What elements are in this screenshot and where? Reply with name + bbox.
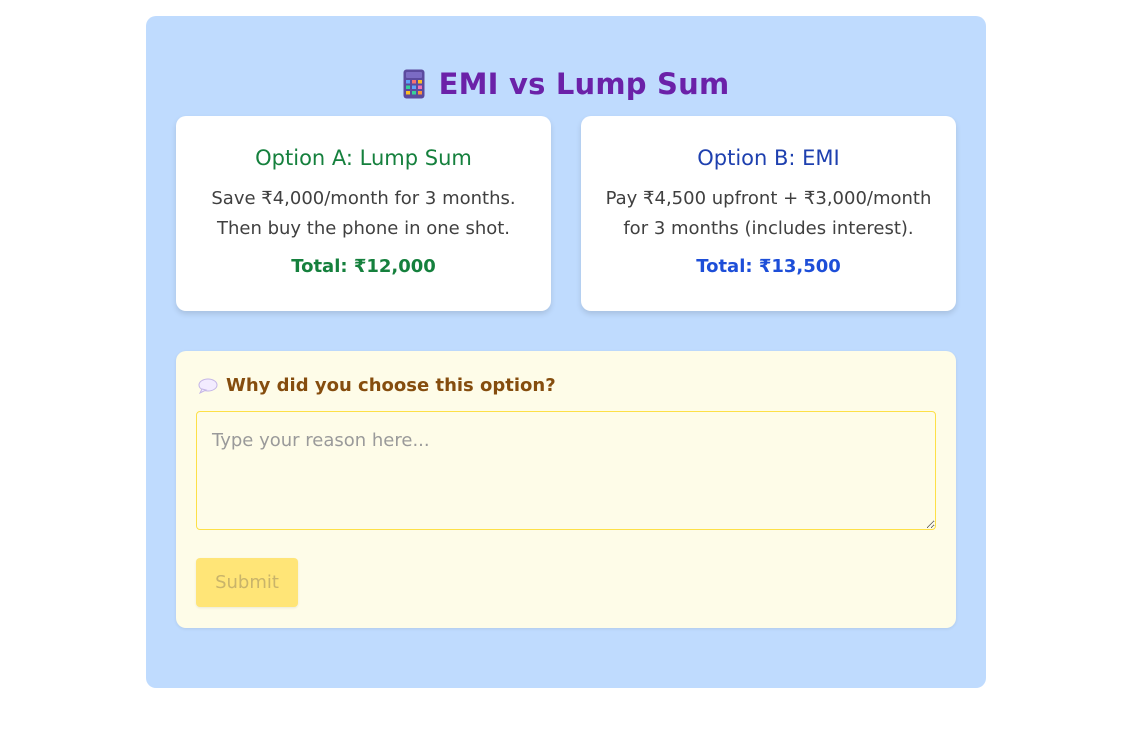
speech-bubble-icon bbox=[198, 378, 218, 394]
option-a-line1: Save ₹4,000/month for 3 months. bbox=[211, 188, 516, 209]
header: EMI vs Lump Sum bbox=[146, 60, 986, 108]
main-panel: EMI vs Lump Sum Option A: Lump Sum Save … bbox=[146, 16, 986, 688]
option-b-line1: Pay ₹4,500 upfront + ₹3,000/month bbox=[605, 188, 932, 209]
page-title: EMI vs Lump Sum bbox=[438, 67, 730, 101]
reason-textarea[interactable] bbox=[196, 411, 936, 530]
option-a-total: Total: ₹12,000 bbox=[291, 256, 436, 277]
calculator-icon bbox=[403, 69, 425, 99]
reason-label: Why did you choose this option? bbox=[226, 375, 556, 396]
option-b-line2: for 3 months (includes interest). bbox=[623, 218, 914, 239]
option-b-total: Total: ₹13,500 bbox=[696, 256, 841, 277]
option-a-line2: Then buy the phone in one shot. bbox=[216, 218, 511, 239]
option-a-heading: Option A: Lump Sum bbox=[255, 146, 472, 170]
option-b-card: Option B: EMI Pay ₹4,500 upfront + ₹3,00… bbox=[581, 116, 956, 311]
reason-label-row: Why did you choose this option? bbox=[198, 375, 556, 396]
reason-section: Why did you choose this option? Submit bbox=[176, 351, 956, 628]
option-b-heading: Option B: EMI bbox=[697, 146, 840, 170]
submit-button[interactable]: Submit bbox=[196, 558, 298, 607]
option-a-card: Option A: Lump Sum Save ₹4,000/month for… bbox=[176, 116, 551, 311]
